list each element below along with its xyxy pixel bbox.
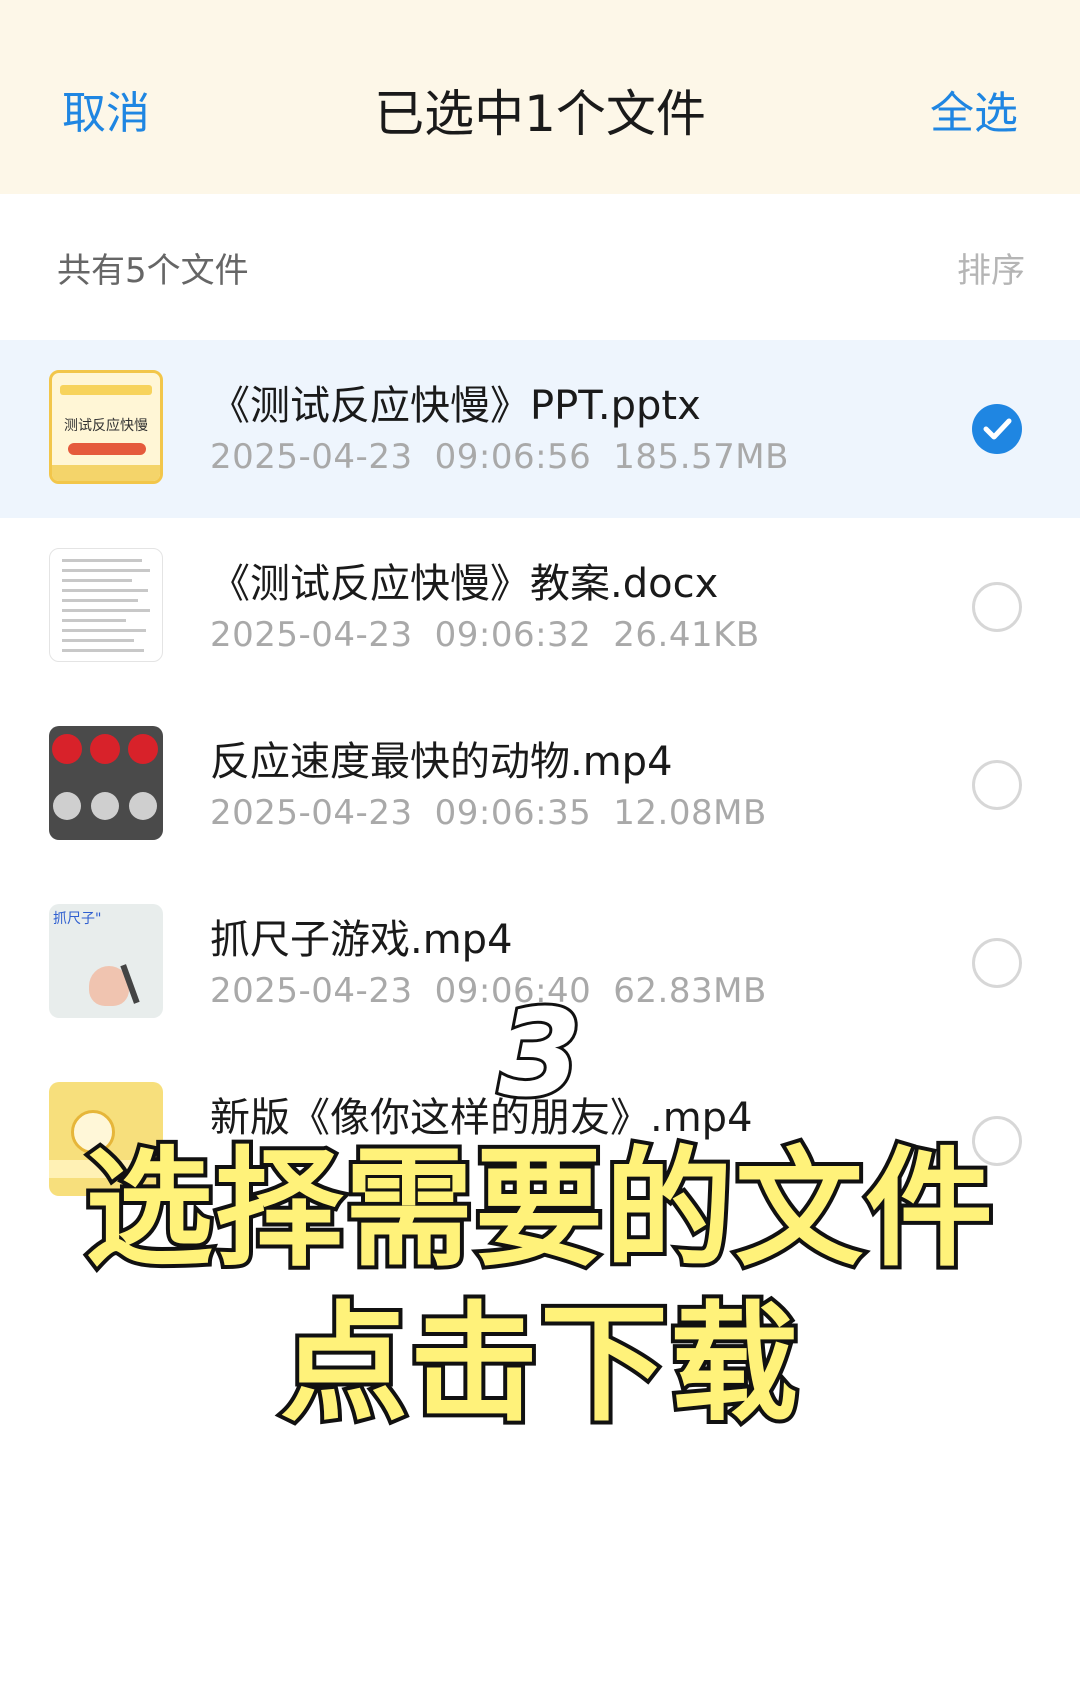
docx-thumbnail — [49, 548, 163, 662]
file-size: 185.57MB — [613, 437, 789, 477]
file-name: 《测试反应快慢》PPT.pptx — [210, 383, 701, 429]
file-date: 2025-04-23 — [210, 615, 413, 655]
video-thumbnail — [49, 726, 163, 840]
pptx-thumbnail: 测试反应快慢 — [49, 370, 163, 484]
file-name: 反应速度最快的动物.mp4 — [210, 739, 673, 785]
file-meta: 2025-04-23 09:06:56 185.57MB — [210, 432, 811, 482]
file-time: 09:06:35 — [434, 793, 592, 833]
instruction-line-2: 点击下载 — [276, 1286, 802, 1443]
file-size: 26.41KB — [613, 615, 760, 655]
checkbox[interactable] — [972, 938, 1022, 988]
page-title: 已选中1个文件 — [374, 85, 706, 143]
file-date: 2025-04-23 — [210, 793, 413, 833]
step-number: 3 — [495, 982, 585, 1127]
file-meta: 2025-04-23 09:06:32 26.41KB — [210, 610, 782, 660]
file-name: 《测试反应快慢》教案.docx — [210, 561, 719, 607]
sort-button[interactable]: 排序 — [957, 246, 1025, 296]
file-date: 2025-04-23 — [210, 437, 413, 477]
file-row[interactable]: 《测试反应快慢》教案.docx 2025-04-23 09:06:32 26.41K… — [0, 518, 1080, 696]
file-count: 共有5个文件 — [57, 251, 249, 291]
file-time: 09:06:56 — [434, 437, 592, 477]
file-row[interactable]: 测试反应快慢 《测试反应快慢》PPT.pptx 2025-04-23 09:06:… — [0, 340, 1080, 518]
top-bar: 取消 已选中1个文件 全选 — [0, 0, 1080, 194]
instruction-line-1: 选择需要的文件 — [81, 1131, 997, 1288]
file-time: 09:06:32 — [434, 615, 592, 655]
checkbox[interactable] — [972, 582, 1022, 632]
file-size: 12.08MB — [613, 793, 767, 833]
file-name: 抓尺子游戏.mp4 — [210, 917, 513, 963]
file-row[interactable]: 反应速度最快的动物.mp4 2025-04-23 09:06:35 12.08MB — [0, 696, 1080, 874]
checkmark-icon — [983, 418, 1012, 440]
file-meta: 2025-04-23 09:06:35 12.08MB — [210, 788, 789, 838]
thumbnail-text: 抓尺子" — [53, 911, 102, 927]
checkbox[interactable] — [972, 760, 1022, 810]
checkbox-checked[interactable] — [972, 404, 1022, 454]
list-header: 共有5个文件 排序 — [0, 194, 1080, 340]
thumbnail-text: 测试反应快慢 — [64, 418, 148, 434]
select-all-button[interactable]: 全选 — [930, 82, 1018, 146]
